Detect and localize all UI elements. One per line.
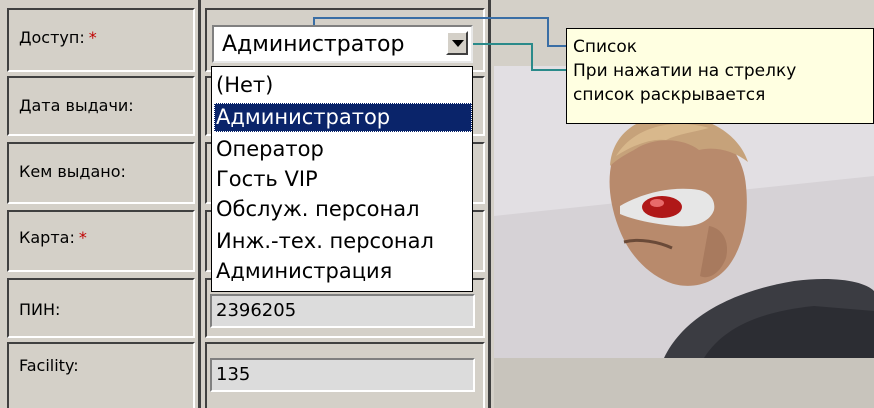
connector-arrow: [470, 43, 566, 71]
dropdown-arrow-icon[interactable]: [446, 31, 468, 55]
access-select-value: Администратор: [222, 32, 405, 57]
dropdown-option[interactable]: (Нет): [214, 71, 472, 100]
access-select[interactable]: Администратор: [212, 25, 473, 63]
dropdown-option[interactable]: Администрация: [214, 257, 472, 286]
dropdown-option[interactable]: Обслуж. персонал: [214, 195, 472, 224]
dropdown-option[interactable]: Оператор: [214, 135, 472, 164]
dropdown-option[interactable]: Гость VIP: [214, 165, 472, 194]
dropdown-option[interactable]: Инж.-тех. персонал: [214, 227, 472, 256]
dropdown-option-selected[interactable]: Администратор: [214, 103, 472, 132]
access-dropdown-list: (Нет) Администратор Оператор Гость VIP О…: [211, 66, 473, 292]
